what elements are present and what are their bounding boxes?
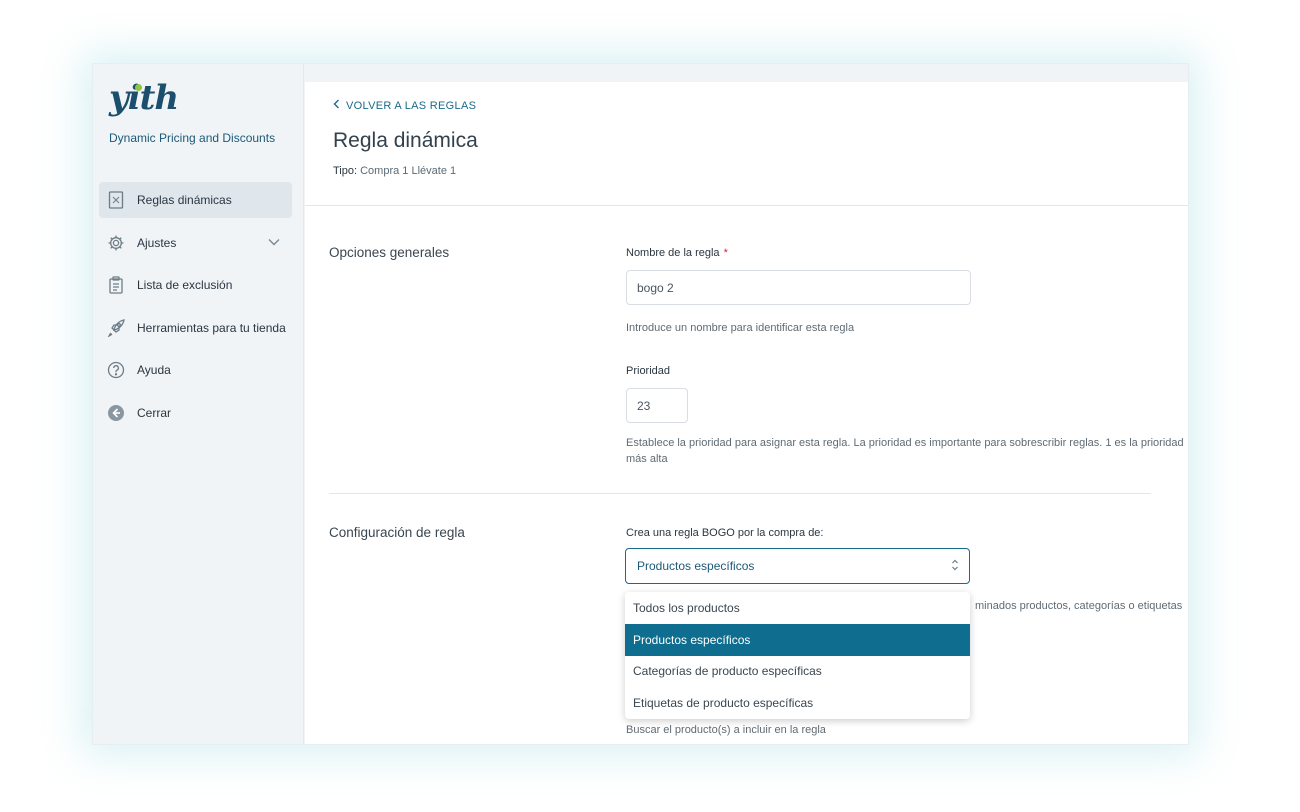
bogo-purchase-select[interactable]: Productos específicos bbox=[625, 548, 970, 584]
logo-dot bbox=[135, 84, 142, 91]
priority-label: Prioridad bbox=[626, 365, 671, 377]
sidebar-item-ajustes[interactable]: Ajustes bbox=[99, 225, 292, 261]
rocket-icon bbox=[107, 318, 125, 337]
option-etiquetas-producto[interactable]: Etiquetas de producto específicas bbox=[625, 687, 970, 719]
plugin-name: Dynamic Pricing and Discounts bbox=[109, 131, 276, 145]
rule-name-hint: Introduce un nombre para identificar est… bbox=[626, 322, 855, 334]
rule-type-label: Tipo: bbox=[333, 165, 358, 177]
app-window: yith Dynamic Pricing and Discounts Regla… bbox=[92, 63, 1189, 745]
search-products-hint: Buscar el producto(s) a incluir en la re… bbox=[626, 724, 826, 736]
select-updown-icon bbox=[951, 558, 959, 575]
sidebar-item-label: Ayuda bbox=[137, 363, 171, 377]
arrow-left-circle-icon bbox=[107, 404, 125, 422]
sidebar-item-label: Ajustes bbox=[137, 235, 177, 250]
chevron-down-icon[interactable] bbox=[268, 235, 280, 249]
clipboard-list-icon bbox=[107, 276, 125, 294]
sidebar-item-label: Herramientas para tu tienda bbox=[137, 320, 286, 335]
bogo-purchase-dropdown: Todos los productos Productos específico… bbox=[625, 592, 970, 719]
help-circle-icon bbox=[107, 361, 125, 379]
option-todos-productos[interactable]: Todos los productos bbox=[625, 592, 970, 624]
page-title: Regla dinámica bbox=[333, 129, 478, 152]
bogo-label: Crea una regla BOGO por la compra de: bbox=[626, 527, 824, 539]
section-title-general: Opciones generales bbox=[329, 245, 450, 260]
sidebar-item-herramientas[interactable]: Herramientas para tu tienda bbox=[99, 310, 292, 346]
rule-name-label-text: Nombre de la regla bbox=[626, 247, 720, 259]
header-divider bbox=[305, 205, 1188, 206]
sidebar-item-cerrar[interactable]: Cerrar bbox=[99, 395, 292, 431]
section-title-config: Configuración de regla bbox=[329, 525, 465, 540]
priority-input[interactable]: 23 bbox=[626, 388, 688, 423]
sidebar-nav: Reglas dinámicas Ajustes Lista de exclus… bbox=[99, 182, 292, 437]
main-panel: VOLVER A LAS REGLAS Regla dinámica Tipo:… bbox=[305, 82, 1188, 744]
priority-hint-line1: Establece la prioridad para asignar esta… bbox=[626, 437, 1184, 449]
priority-hint: Establece la prioridad para asignar esta… bbox=[626, 435, 1184, 467]
gear-icon bbox=[107, 234, 125, 252]
select-value: Productos específicos bbox=[637, 559, 755, 573]
sidebar-item-lista-exclusion[interactable]: Lista de exclusión bbox=[99, 267, 292, 303]
section-divider bbox=[329, 493, 1151, 494]
option-productos-especificos[interactable]: Productos específicos bbox=[625, 623, 970, 656]
back-link-label: VOLVER A LAS REGLAS bbox=[346, 99, 477, 112]
chevron-left-icon bbox=[333, 99, 340, 112]
rule-name-label: Nombre de la regla * bbox=[626, 247, 728, 259]
sidebar: yith Dynamic Pricing and Discounts Regla… bbox=[93, 64, 304, 744]
back-to-rules-link[interactable]: VOLVER A LAS REGLAS bbox=[333, 99, 476, 112]
required-mark: * bbox=[723, 247, 728, 259]
receipt-icon bbox=[107, 191, 125, 209]
priority-hint-line2: más alta bbox=[626, 453, 668, 465]
rule-type-value: Compra 1 Llévate 1 bbox=[360, 165, 457, 177]
sidebar-item-reglas-dinamicas[interactable]: Reglas dinámicas bbox=[99, 182, 292, 218]
applies-to-hint-partial: minados productos, categorías o etiqueta… bbox=[975, 600, 1183, 612]
sidebar-item-ayuda[interactable]: Ayuda bbox=[99, 352, 292, 388]
rule-name-input[interactable]: bogo 2 bbox=[626, 270, 971, 305]
sidebar-item-label: Reglas dinámicas bbox=[137, 193, 232, 207]
sidebar-item-label: Lista de exclusión bbox=[137, 278, 233, 292]
yith-logo: yith bbox=[109, 78, 179, 118]
option-categorias-producto[interactable]: Categorías de producto específicas bbox=[625, 656, 970, 688]
rule-type: Tipo: Compra 1 Llévate 1 bbox=[333, 165, 456, 177]
sidebar-item-label: Cerrar bbox=[137, 405, 172, 420]
